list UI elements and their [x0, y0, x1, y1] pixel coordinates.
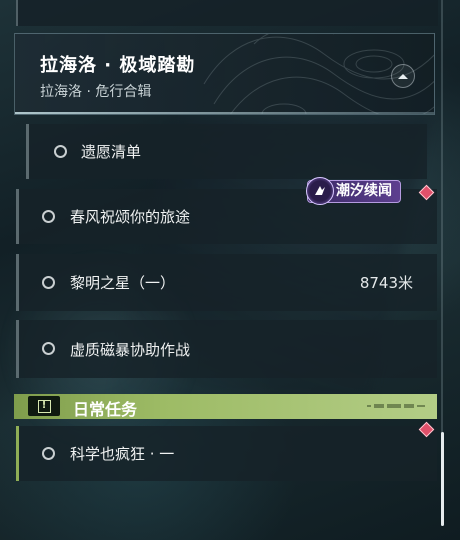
quest-group-header[interactable]: 拉海洛 · 极域踏勘 拉海洛 · 危行合辑 [14, 33, 435, 115]
quest-group-subtitle: 拉海洛 · 危行合辑 [40, 84, 152, 100]
radio-icon [42, 276, 55, 289]
task-row[interactable]: 虚质磁暴协助作战 [16, 320, 437, 378]
task-label: 遗愿清单 [81, 143, 142, 161]
daily-section-title: 日常任务 [73, 400, 138, 419]
radio-icon [54, 145, 67, 158]
scrollbar-thumb[interactable] [441, 432, 444, 526]
daily-section-header[interactable]: ! 日常任务 [14, 394, 437, 419]
daily-task-row[interactable]: 科学也疯狂 · 一 [16, 426, 437, 481]
radio-icon [42, 342, 55, 355]
radio-icon [42, 210, 55, 223]
quest-group-title: 拉海洛 · 极域踏勘 [40, 55, 196, 76]
task-label: 黎明之星（一） [70, 274, 176, 292]
chevron-up-icon[interactable] [391, 64, 415, 88]
tidal-badge-label: 潮汐续闻 [336, 183, 392, 199]
tidal-event-badge[interactable]: 潮汐续闻 [306, 177, 401, 205]
task-label: 虚质磁暴协助作战 [70, 341, 191, 359]
previous-quest-card[interactable] [16, 0, 438, 26]
task-label: 春风祝颂你的旅途 [70, 208, 191, 226]
exclamation-icon: ! [28, 396, 60, 416]
task-row[interactable]: 遗愿清单 [26, 124, 427, 179]
task-label: 科学也疯狂 · 一 [70, 445, 175, 463]
task-distance: 8743米 [359, 274, 413, 292]
task-row[interactable]: 黎明之星（一） 8743米 [16, 254, 437, 311]
header-decoration [367, 404, 425, 408]
tidal-icon [306, 177, 334, 205]
radio-icon [42, 447, 55, 460]
